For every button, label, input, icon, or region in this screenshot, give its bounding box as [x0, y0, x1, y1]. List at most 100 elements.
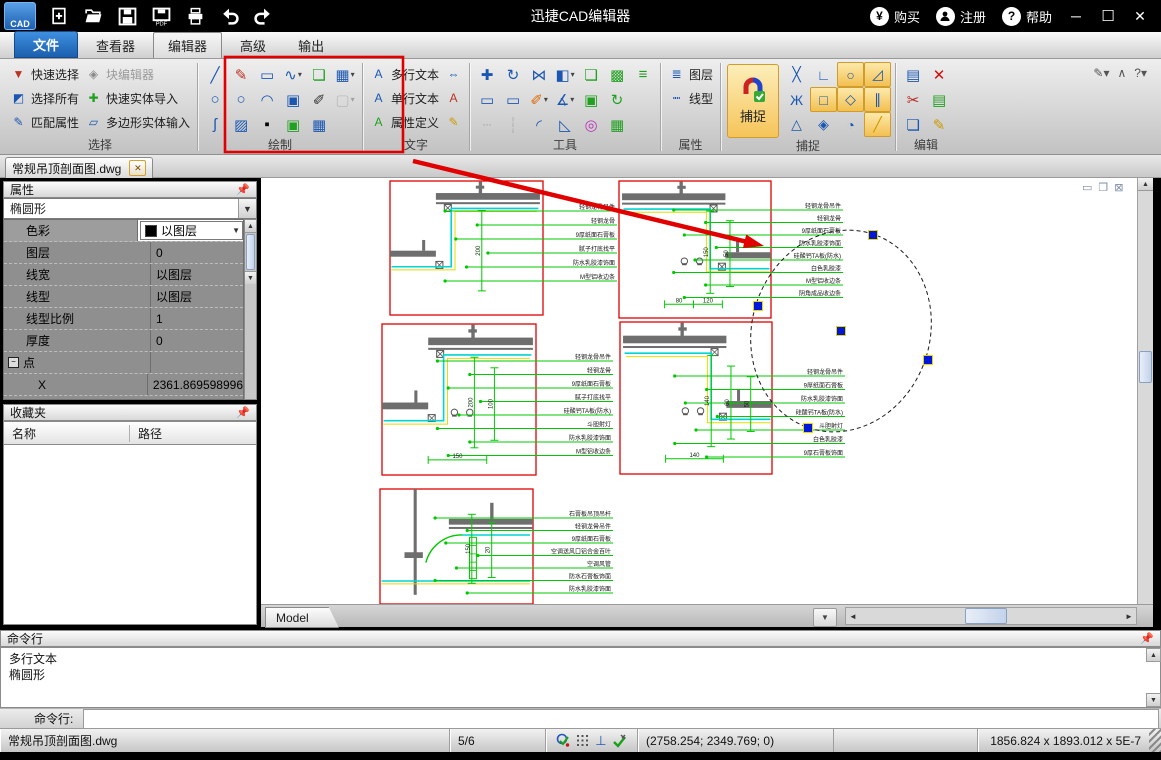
- color-rings-tool[interactable]: ◎: [578, 113, 604, 136]
- property-value[interactable]: [150, 352, 243, 373]
- gradient-fill-tool[interactable]: ◧▾: [552, 63, 578, 86]
- delete-button[interactable]: ✕: [926, 63, 952, 86]
- snap-center[interactable]: ○: [837, 62, 864, 87]
- property-value[interactable]: 以图层: [150, 286, 243, 307]
- property-row-厚度[interactable]: 厚度0: [4, 330, 243, 352]
- edit-text-button[interactable]: ✎: [442, 110, 465, 134]
- cut-button[interactable]: ✂: [900, 88, 926, 111]
- property-value[interactable]: 2361.869598996: [147, 374, 243, 395]
- undo-button[interactable]: [212, 2, 246, 30]
- paste-special-button[interactable]: ▤: [926, 88, 952, 111]
- snap-insertion[interactable]: ◈: [810, 112, 837, 137]
- favorites-col-path[interactable]: 路径: [129, 425, 256, 442]
- quick-entity-import[interactable]: ✚快速实体导入: [82, 86, 193, 110]
- snap-perpendicular[interactable]: ∟: [810, 62, 837, 87]
- pin-icon[interactable]: 📌: [236, 406, 250, 419]
- construction-line-tool[interactable]: ✐: [306, 88, 332, 111]
- entity-type-selector[interactable]: 椭圆形 ▼: [3, 198, 257, 219]
- minimize-button[interactable]: ─: [1061, 3, 1091, 29]
- text-style-button[interactable]: A: [442, 86, 465, 110]
- property-row-X[interactable]: X2361.869598996: [4, 374, 243, 396]
- collapse-ribbon-button[interactable]: ∧: [1118, 66, 1127, 80]
- tab-editor[interactable]: 编辑器: [153, 32, 222, 58]
- mtext-button[interactable]: A多行文本: [367, 62, 442, 86]
- property-value[interactable]: 以图层▼: [137, 220, 243, 241]
- linetype-button[interactable]: ┉线型: [665, 86, 716, 110]
- save-button[interactable]: [110, 2, 144, 30]
- polyline-tool[interactable]: ∿▾: [280, 63, 306, 86]
- document-tab-close-icon[interactable]: ✕: [129, 160, 146, 176]
- layout-dropdown-button[interactable]: ▼: [813, 608, 837, 627]
- polygon-entity-input[interactable]: ▱多边形实体输入: [82, 110, 193, 134]
- ortho-status-icon[interactable]: ⊥: [593, 732, 610, 750]
- tab-file[interactable]: 文件: [14, 31, 78, 58]
- property-row-图层[interactable]: 图层0: [4, 242, 243, 264]
- mirror-tool[interactable]: ⋈: [526, 63, 552, 86]
- copy-block-tool[interactable]: ❏: [306, 63, 332, 86]
- favorites-list[interactable]: [3, 445, 257, 625]
- group-objects-tool[interactable]: ▣: [578, 88, 604, 111]
- snap-parallel[interactable]: ∥: [864, 87, 891, 112]
- print-button[interactable]: [178, 2, 212, 30]
- dim-linear-tool[interactable]: ┄: [474, 113, 500, 136]
- scroll-down-icon[interactable]: ▼: [245, 271, 256, 284]
- clip-rect-tool[interactable]: ▭: [500, 88, 526, 111]
- pick-color-tool[interactable]: ✐▾: [526, 88, 552, 111]
- command-input[interactable]: [83, 709, 1159, 729]
- property-row-色彩[interactable]: 色彩以图层▼: [4, 220, 243, 242]
- document-tab[interactable]: 常规吊顶剖面图.dwg ✕: [5, 157, 153, 178]
- resize-grip[interactable]: [1149, 729, 1161, 752]
- tab-viewer[interactable]: 查看器: [82, 33, 149, 58]
- tab-advanced[interactable]: 高级: [226, 33, 280, 58]
- block-editor[interactable]: ◈块编辑器: [82, 62, 193, 86]
- snap-midpoint[interactable]: Ж: [783, 87, 810, 112]
- block-insert-tool[interactable]: ▣: [280, 88, 306, 111]
- canvas-vertical-scrollbar[interactable]: ▲: [1137, 178, 1153, 604]
- ellipse-tool[interactable]: ○: [228, 88, 254, 111]
- open-file-button[interactable]: [76, 2, 110, 30]
- draw-style-dropdown[interactable]: ✎▾: [1093, 66, 1109, 80]
- move-tool[interactable]: ✚: [474, 63, 500, 86]
- color-dropdown[interactable]: 以图层▼: [140, 221, 243, 240]
- maximize-button[interactable]: ☐: [1093, 3, 1123, 29]
- pin-icon[interactable]: 📌: [236, 183, 250, 196]
- snap-nearest[interactable]: ╱: [864, 112, 891, 137]
- select-all[interactable]: ◩选择所有: [7, 86, 82, 110]
- scrollbar-thumb[interactable]: [1139, 351, 1152, 383]
- snap-toggle-button[interactable]: 捕捉: [727, 64, 779, 138]
- property-row-线型[interactable]: 线型以图层: [4, 286, 243, 308]
- measure-tool[interactable]: ∡▾: [552, 88, 578, 111]
- snap-node[interactable]: □: [810, 87, 837, 112]
- arc-tool[interactable]: ◠: [254, 88, 280, 111]
- grid-status-icon[interactable]: [574, 732, 591, 750]
- model-tab[interactable]: Model: [265, 607, 339, 628]
- line-tool[interactable]: ╱: [202, 63, 228, 86]
- dim-vertical-tool[interactable]: ┆: [500, 113, 526, 136]
- scroll-up-icon[interactable]: ▲: [245, 220, 256, 233]
- mdi-close-icon[interactable]: ⊠: [1114, 181, 1123, 194]
- property-row-点[interactable]: −点: [4, 352, 243, 374]
- favorites-col-name[interactable]: 名称: [4, 425, 129, 442]
- property-value[interactable]: 0: [150, 330, 243, 351]
- image-tool[interactable]: ▣: [280, 113, 306, 136]
- snap-quadrant[interactable]: ◇: [837, 87, 864, 112]
- canvas-horizontal-scrollbar[interactable]: ◄ ►: [845, 607, 1137, 625]
- hatch-tool[interactable]: ▨: [228, 113, 254, 136]
- osnap-status-icon[interactable]: [555, 732, 572, 750]
- close-button[interactable]: ✕: [1125, 3, 1155, 29]
- match-properties[interactable]: ✎匹配属性: [7, 110, 82, 134]
- bring-front-tool[interactable]: ❏: [578, 63, 604, 86]
- ribbon-help-button[interactable]: ?▾: [1134, 66, 1147, 80]
- redo-button[interactable]: [246, 2, 280, 30]
- snap-tangent[interactable]: ◔: [837, 112, 864, 137]
- draw-order-tool[interactable]: ≡: [630, 63, 656, 86]
- collapse-group-icon[interactable]: −: [8, 357, 19, 368]
- send-back-tool[interactable]: ▩: [604, 63, 630, 86]
- sketch-tool[interactable]: ✎: [228, 63, 254, 86]
- point-tool[interactable]: ▪: [254, 113, 280, 136]
- scroll-down-icon[interactable]: ▼: [1146, 693, 1161, 707]
- scroll-up-icon[interactable]: ▲: [1146, 648, 1161, 662]
- property-value[interactable]: 0: [150, 242, 243, 263]
- drawing-canvas[interactable]: 轻钢龙骨吊件轻钢龙骨9厚纸面石膏板腻子打底找平防水乳胶漆饰面M型铝收边条200轻…: [261, 178, 1137, 604]
- wipeout-tool[interactable]: ▦▾: [332, 63, 358, 86]
